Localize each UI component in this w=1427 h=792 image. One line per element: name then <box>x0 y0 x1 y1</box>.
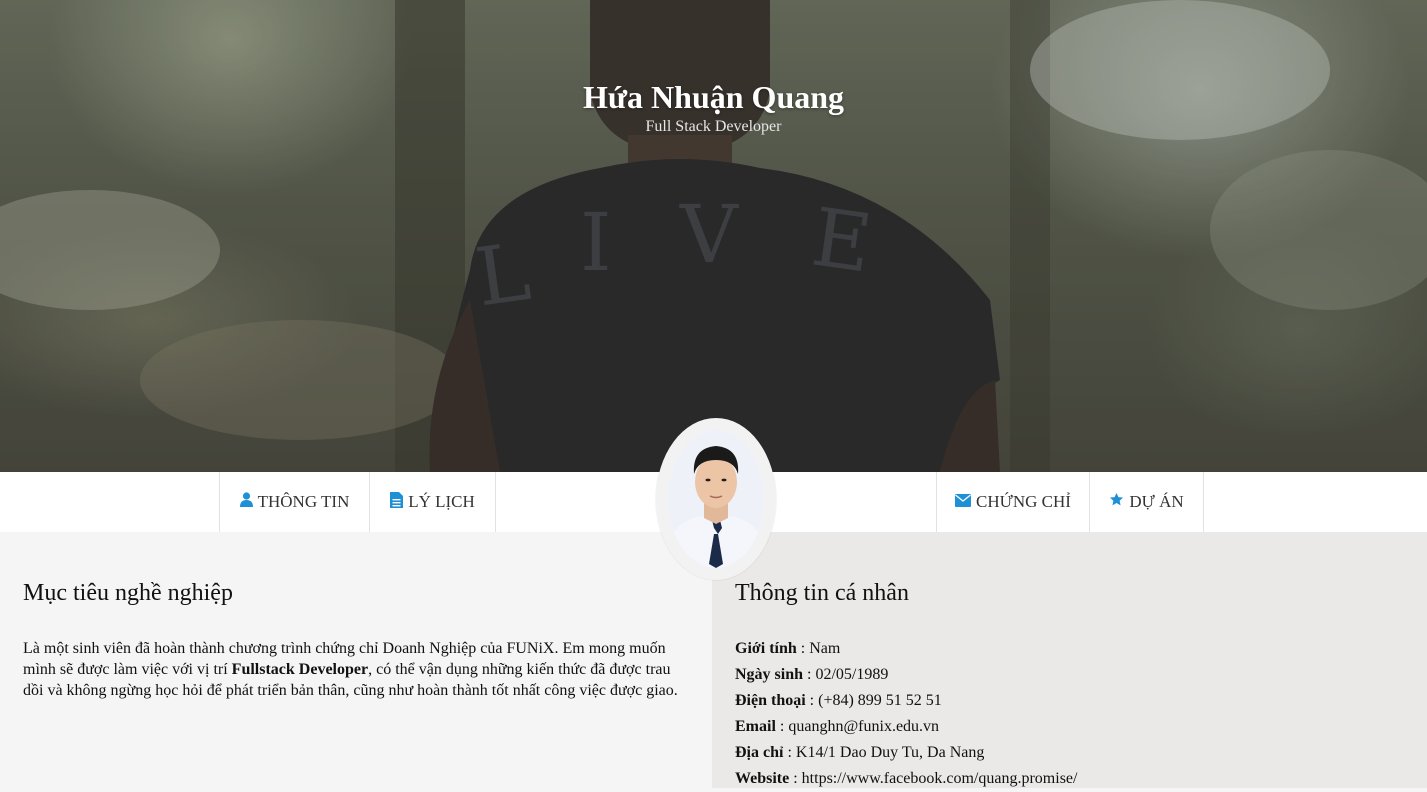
info-value: 02/05/1989 <box>815 666 889 683</box>
career-objective-text: Là một sinh viên đã hoàn thành chương tr… <box>23 638 693 701</box>
personal-info-section: Thông tin cá nhân Giới tính : Nam Ngày s… <box>712 532 1427 788</box>
avatar <box>668 430 764 568</box>
section-title: Thông tin cá nhân <box>735 580 909 606</box>
hero-banner: L I V E Hứa Nhuận Quang Full Stack Devel… <box>0 0 1427 472</box>
svg-text:L: L <box>470 225 536 324</box>
info-value: Nam <box>809 640 841 657</box>
envelope-icon <box>955 492 972 512</box>
nav-item-label: LÝ LỊCH <box>408 492 475 511</box>
info-label: Địa chỉ <box>735 744 784 761</box>
file-text-icon <box>390 491 404 513</box>
avatar-frame <box>656 418 776 580</box>
info-row-email: Email : quanghn@funix.edu.vn <box>735 718 940 735</box>
info-label: Website <box>735 770 790 787</box>
svg-text:E: E <box>807 190 878 290</box>
info-row-phone: Điện thoại : (+84) 899 51 52 51 <box>735 692 942 709</box>
svg-text:I: I <box>580 196 612 289</box>
info-value: (+84) 899 51 52 51 <box>818 692 942 709</box>
career-objective-section: Mục tiêu nghề nghiệp Là một sinh viên đã… <box>0 532 712 788</box>
nav-item-certificates[interactable]: CHỨNG CHỈ <box>936 472 1090 532</box>
nav-item-info[interactable]: THÔNG TIN <box>219 472 370 532</box>
info-row-address: Địa chỉ : K14/1 Dao Duy Tu, Da Nang <box>735 744 985 761</box>
nav-item-label: CHỨNG CHỈ <box>976 492 1071 511</box>
info-value: K14/1 Dao Duy Tu, Da Nang <box>795 744 985 761</box>
hero-heading: Hứa Nhuận Quang Full Stack Developer <box>0 78 1427 138</box>
personal-info-list: Giới tính : Nam Ngày sinh : 02/05/1989 Đ… <box>735 636 1077 792</box>
info-row-gender: Giới tính : Nam <box>735 640 841 657</box>
nav-item-resume[interactable]: LÝ LỊCH <box>370 472 496 532</box>
info-value: quanghn@funix.edu.vn <box>788 718 940 735</box>
info-row-birthdate: Ngày sinh : 02/05/1989 <box>735 666 889 683</box>
svg-text:V: V <box>679 188 739 281</box>
website-link[interactable]: https://www.facebook.com/quang.promise/ <box>802 770 1078 787</box>
info-label: Điện thoại <box>735 692 806 709</box>
nav-item-projects[interactable]: DỰ ÁN <box>1090 472 1204 532</box>
info-label: Ngày sinh <box>735 666 804 683</box>
nav-item-label: THÔNG TIN <box>257 492 350 511</box>
info-label: Email <box>735 718 776 735</box>
user-icon <box>239 492 253 512</box>
section-title: Mục tiêu nghề nghiệp <box>23 580 233 606</box>
hero-background-image: L I V E <box>0 0 1427 472</box>
nav-item-label: DỰ ÁN <box>1129 492 1184 511</box>
profile-role: Full Stack Developer <box>645 118 782 135</box>
star-icon <box>1109 492 1124 512</box>
objective-highlight: Fullstack Developer <box>231 661 369 678</box>
info-label: Giới tính <box>735 640 797 657</box>
profile-name: Hứa Nhuận Quang <box>582 79 845 115</box>
info-row-website: Website : https://www.facebook.com/quang… <box>735 770 1078 787</box>
